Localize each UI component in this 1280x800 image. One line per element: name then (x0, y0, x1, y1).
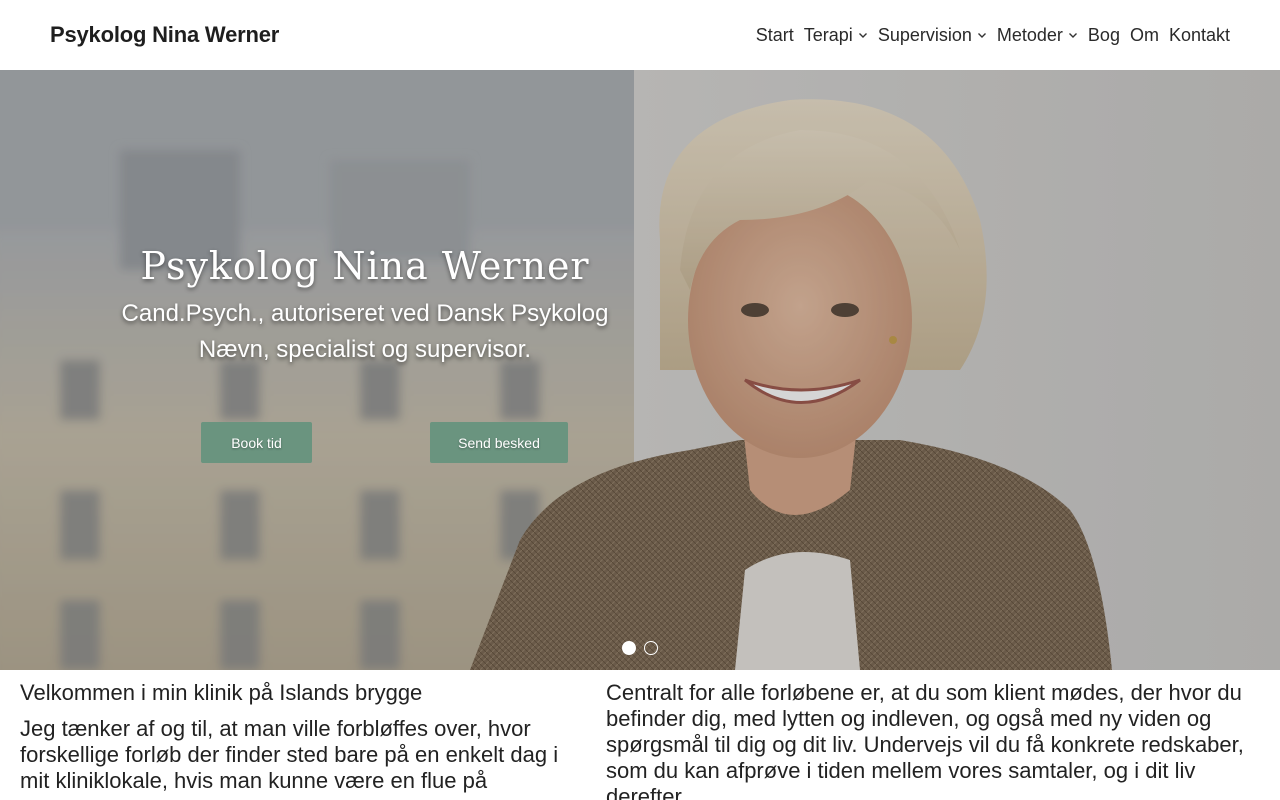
nav-label: Start (755, 24, 794, 45)
nav-item-kontakt[interactable]: Kontakt (1169, 25, 1230, 46)
book-appointment-button[interactable]: Book tid (201, 422, 312, 463)
nav-item-terapi[interactable]: Terapi (804, 25, 868, 46)
nav-label: Kontakt (1168, 24, 1230, 45)
chevron-down-icon (977, 30, 987, 40)
send-message-button[interactable]: Send besked (430, 422, 568, 463)
nav-item-om[interactable]: Om (1130, 25, 1159, 46)
nav-label: Bog (1087, 24, 1120, 45)
nav-item-bog[interactable]: Bog (1088, 25, 1120, 46)
chevron-down-icon (858, 30, 868, 40)
intro-column-right: Centralt for alle forløbene er, at du so… (606, 680, 1256, 800)
nav-label: Supervision (877, 24, 972, 45)
site-brand[interactable]: Psykolog Nina Werner (50, 22, 279, 48)
slider-dot-1[interactable] (622, 641, 636, 655)
slider-dots (622, 641, 658, 655)
intro-paragraph: Jeg tænker af og til, at man ville forbl… (20, 716, 559, 800)
hero-slider: Psykolog Nina Werner Cand.Psych., autori… (0, 70, 1280, 670)
main-nav: Start Terapi Supervision Metoder Bog Om (756, 25, 1230, 46)
nav-item-supervision[interactable]: Supervision (878, 25, 987, 46)
hero-title: Psykolog Nina Werner (140, 244, 590, 288)
chevron-down-icon (1068, 30, 1078, 40)
nav-item-start[interactable]: Start (756, 25, 794, 46)
slider-dot-2[interactable] (644, 641, 658, 655)
intro-column-left: Velkommen i min klinik på Islands brygge… (20, 680, 560, 800)
approach-paragraph: Centralt for alle forløbene er, at du so… (606, 680, 1244, 800)
welcome-heading: Velkommen i min klinik på Islands brygge (20, 680, 423, 705)
site-header: Psykolog Nina Werner Start Terapi Superv… (0, 0, 1280, 70)
hero-overlay (0, 70, 1280, 670)
nav-label: Terapi (803, 24, 853, 45)
hero-subtitle: Cand.Psych., autoriseret ved Dansk Psyko… (121, 300, 609, 363)
nav-label: Metoder (996, 24, 1063, 45)
nav-item-metoder[interactable]: Metoder (997, 25, 1078, 46)
nav-label: Om (1129, 24, 1159, 45)
